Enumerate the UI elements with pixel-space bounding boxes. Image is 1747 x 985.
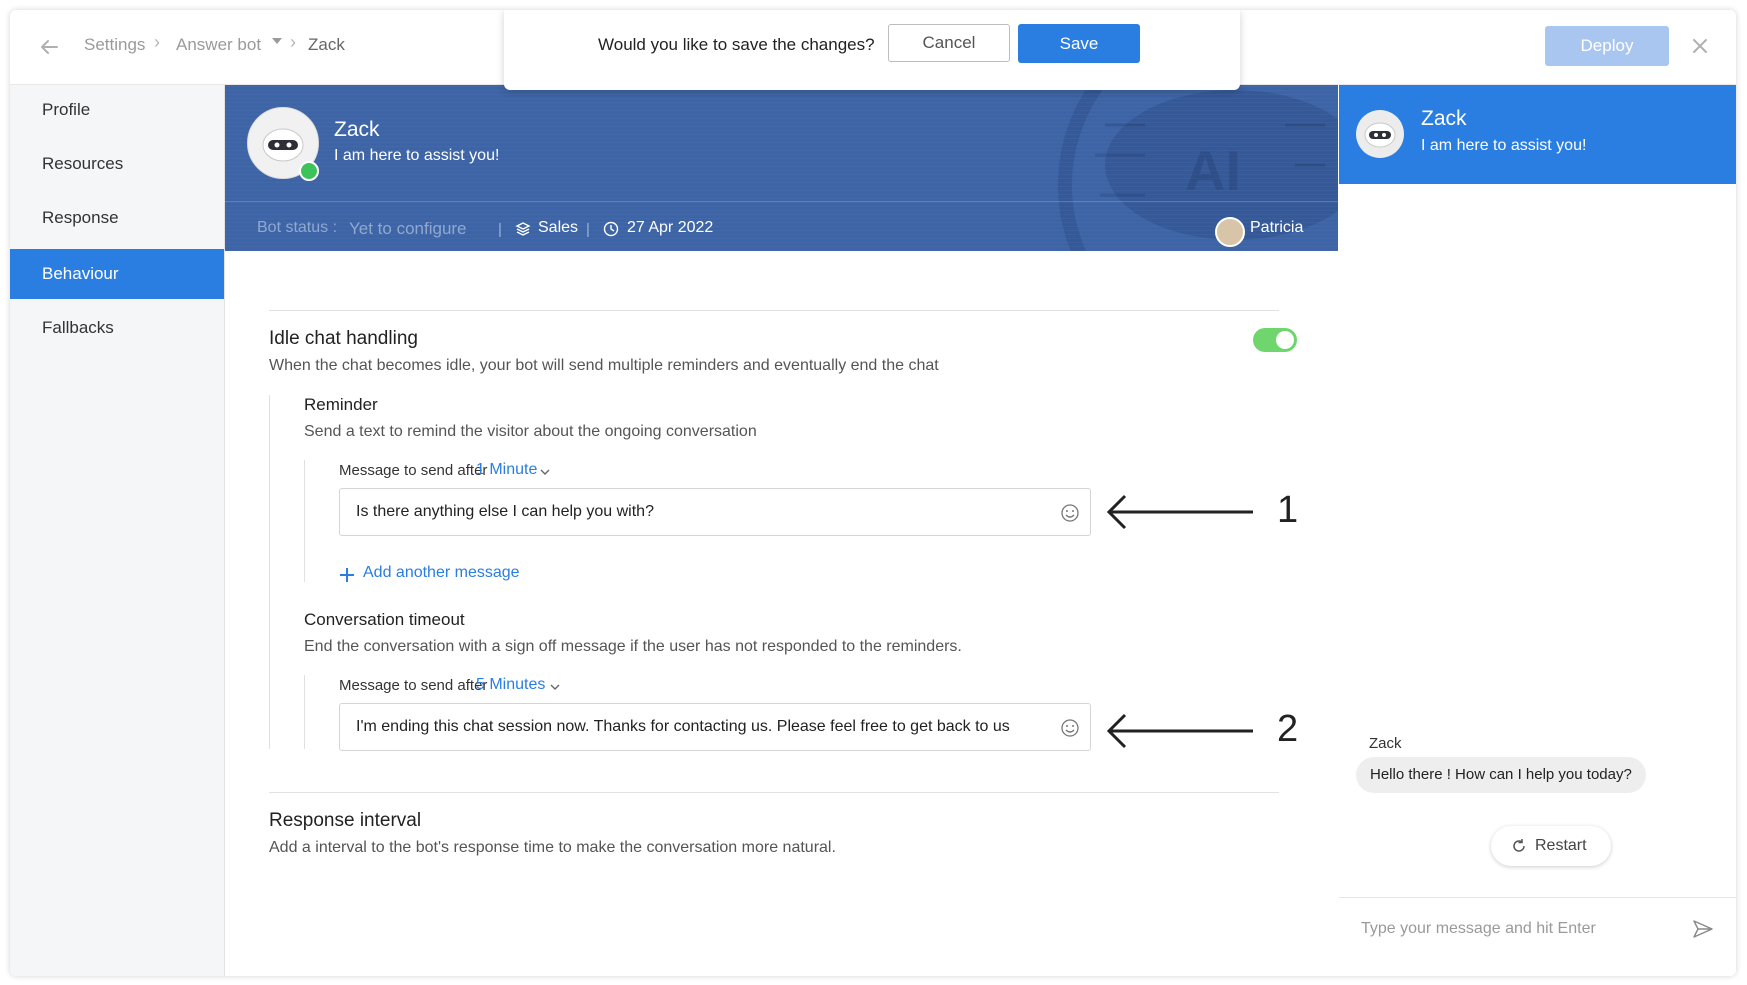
annotation-number-2: 2 <box>1277 708 1299 750</box>
save-question: Would you like to save the changes? <box>598 35 875 54</box>
sidebar: Profile Resources Response Behaviour Fal… <box>10 85 225 976</box>
cancel-button[interactable]: Cancel <box>888 24 1010 62</box>
sidebar-item-response[interactable]: Response <box>10 193 224 243</box>
preview-bot-name: Zack <box>1421 107 1467 130</box>
chevron-down-icon[interactable] <box>549 681 561 693</box>
banner-divider <box>225 201 1338 202</box>
close-icon[interactable] <box>1690 36 1710 56</box>
chevron-down-icon[interactable] <box>539 466 551 478</box>
preview-bot-tagline: I am here to assist you! <box>1421 137 1587 154</box>
restart-button[interactable]: Restart <box>1491 826 1611 866</box>
owner-avatar <box>1215 217 1245 247</box>
input-divider <box>1339 897 1736 898</box>
layers-icon <box>515 222 531 236</box>
preview-bot-avatar <box>1356 110 1404 158</box>
emoji-icon[interactable] <box>1060 718 1080 738</box>
bot-avatar-icon <box>1364 122 1396 148</box>
reminder-rail <box>304 460 305 582</box>
breadcrumb-separator: › <box>290 32 296 52</box>
bot-message-bubble: Hello there ! How can I help you today? <box>1356 757 1646 793</box>
annotation-arrow-2 <box>1106 713 1253 749</box>
bot-name: Zack <box>334 118 380 141</box>
section-rail <box>269 395 270 749</box>
save-changes-dialog: Would you like to save the changes? Canc… <box>504 10 1240 90</box>
breadcrumb-separator: › <box>154 32 160 52</box>
save-button[interactable]: Save <box>1018 24 1140 63</box>
deploy-button[interactable]: Deploy <box>1545 26 1669 66</box>
bot-status-label: Bot status : <box>257 219 338 236</box>
reminder-send-after-label: Message to send after <box>339 462 488 479</box>
restart-label: Restart <box>1535 837 1587 854</box>
timeout-interval-select[interactable]: 5 Minutes <box>476 676 545 694</box>
timeout-message-text: I'm ending this chat session now. Thanks… <box>356 718 1010 735</box>
online-status-dot <box>299 161 319 181</box>
sidebar-item-resources[interactable]: Resources <box>10 139 224 189</box>
meta-separator: | <box>586 221 590 238</box>
breadcrumb-zack: Zack <box>308 35 345 54</box>
reminder-message-text: Is there anything else I can help you wi… <box>356 503 654 520</box>
chat-preview-panel: Zack I am here to assist you! Zack Hello… <box>1339 85 1736 976</box>
emoji-icon[interactable] <box>1060 503 1080 523</box>
reminder-interval-select[interactable]: 1 Minute <box>476 461 537 479</box>
breadcrumb-settings[interactable]: Settings <box>84 35 145 55</box>
add-another-message-label: Add another message <box>363 564 520 581</box>
plus-icon <box>340 568 354 582</box>
bot-banner: AI Zack I am here to assist you! Bot sta… <box>225 85 1338 251</box>
bot-tagline: I am here to assist you! <box>334 147 500 164</box>
annotation-number-1: 1 <box>1277 489 1299 531</box>
main-content: AI Zack I am here to assist you! Bot sta… <box>225 85 1338 976</box>
meta-separator: | <box>498 221 502 238</box>
owner-name: Patricia <box>1250 219 1304 236</box>
send-icon[interactable] <box>1691 917 1715 941</box>
bot-department: Sales <box>538 219 579 236</box>
idle-section-description: When the chat becomes idle, your bot wil… <box>269 357 939 374</box>
svg-text:AI: AI <box>1185 139 1241 202</box>
response-interval-title: Response interval <box>269 810 422 831</box>
breadcrumb-answer-bot[interactable]: Answer bot <box>176 35 261 55</box>
back-arrow-icon[interactable] <box>38 36 60 58</box>
app-window: Settings › Answer bot › Zack Deploy Woul… <box>10 10 1736 976</box>
section-divider <box>269 310 1279 311</box>
reminder-message-input[interactable]: Is there anything else I can help you wi… <box>339 488 1091 536</box>
reminder-description: Send a text to remind the visitor about … <box>304 423 757 440</box>
reminder-title: Reminder <box>304 395 378 414</box>
idle-chat-toggle[interactable] <box>1253 328 1297 352</box>
message-sender: Zack <box>1369 735 1402 752</box>
timeout-rail <box>304 675 305 749</box>
chat-message-input[interactable]: Type your message and hit Enter <box>1361 920 1596 938</box>
timeout-message-input[interactable]: I'm ending this chat session now. Thanks… <box>339 703 1091 751</box>
refresh-icon <box>1513 839 1525 852</box>
annotation-arrow-1 <box>1106 494 1253 530</box>
section-divider <box>269 792 1279 793</box>
sidebar-item-fallbacks[interactable]: Fallbacks <box>10 303 224 353</box>
timeout-send-after-label: Message to send after <box>339 677 488 694</box>
sidebar-item-behaviour[interactable]: Behaviour <box>10 249 224 299</box>
bot-status-value: Yet to configure <box>349 219 467 238</box>
timeout-description: End the conversation with a sign off mes… <box>304 638 962 655</box>
timeout-title: Conversation timeout <box>304 610 465 629</box>
response-interval-description: Add a interval to the bot's response tim… <box>269 839 836 856</box>
preview-header: Zack I am here to assist you! <box>1339 85 1736 184</box>
clock-icon <box>603 221 619 237</box>
sidebar-item-profile[interactable]: Profile <box>10 85 224 135</box>
toggle-knob <box>1276 331 1294 349</box>
bot-created-date: 27 Apr 2022 <box>627 219 714 236</box>
chevron-down-icon[interactable] <box>272 38 282 44</box>
idle-section-title: Idle chat handling <box>269 328 418 349</box>
